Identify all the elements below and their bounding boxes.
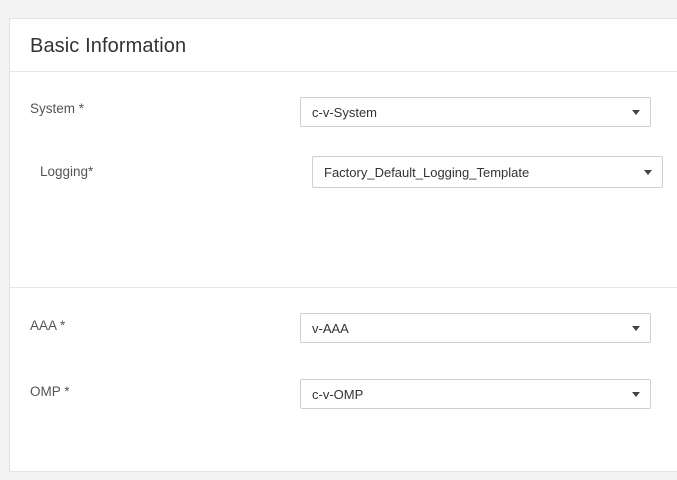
omp-select-value: c-v-OMP [312,387,364,402]
logging-select[interactable]: Factory_Default_Logging_Template [312,156,663,188]
system-select[interactable]: c-v-System [300,97,651,127]
logging-label: Logging* [40,164,94,179]
aaa-select-value: v-AAA [312,321,349,336]
basic-information-card: Basic Information System * c-v-System Lo… [9,18,677,472]
caret-down-icon [644,170,652,175]
omp-select[interactable]: c-v-OMP [300,379,651,409]
aaa-select[interactable]: v-AAA [300,313,651,343]
caret-down-icon [632,392,640,397]
page: Basic Information System * c-v-System Lo… [0,0,677,480]
title-divider [10,71,677,72]
section-divider [10,287,677,288]
system-label: System * [30,101,85,116]
caret-down-icon [632,326,640,331]
aaa-label: AAA * [30,318,66,333]
system-select-value: c-v-System [312,105,377,120]
card-title: Basic Information [30,35,187,57]
logging-select-value: Factory_Default_Logging_Template [324,165,530,180]
caret-down-icon [632,110,640,115]
omp-label: OMP * [30,384,70,399]
